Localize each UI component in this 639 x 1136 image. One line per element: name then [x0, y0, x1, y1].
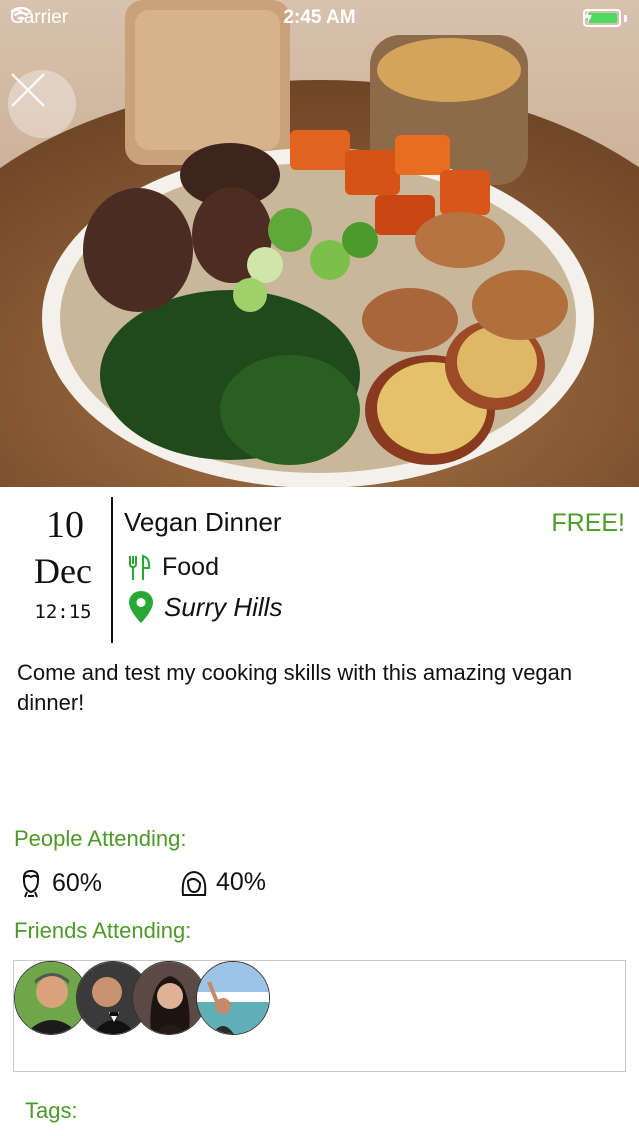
category-label: Food — [162, 553, 219, 581]
fork-knife-icon — [129, 554, 151, 580]
friend-photo — [197, 962, 269, 1034]
male-face-icon — [22, 869, 40, 898]
map-pin-icon — [129, 591, 153, 623]
event-category: Food — [128, 553, 219, 582]
event-photo: Carrier 2:45 AM — [0, 0, 639, 487]
friend-avatar[interactable] — [132, 961, 206, 1035]
event-month: Dec — [34, 551, 92, 591]
tags-label: Tags: — [25, 1098, 78, 1123]
female-face-icon — [181, 870, 207, 896]
battery-indicator — [583, 9, 627, 27]
event-description: Come and test my cooking skills with thi… — [17, 660, 573, 715]
male-attendance: 60% — [18, 868, 102, 898]
close-icon — [11, 73, 45, 107]
female-attendance: 40% — [180, 868, 266, 897]
event-title: Vegan Dinner — [124, 507, 282, 537]
female-percent: 40% — [216, 868, 267, 896]
clock: 2:45 AM — [283, 7, 356, 28]
event-location[interactable]: Surry Hills — [128, 590, 282, 624]
status-bar: Carrier 2:45 AM — [0, 0, 639, 36]
event-day: 10 — [46, 504, 84, 546]
friend-avatar[interactable] — [196, 961, 270, 1035]
event-price: FREE! — [551, 509, 625, 537]
male-percent: 60% — [52, 868, 103, 897]
event-date: 10 Dec 12:15 — [18, 502, 108, 626]
divider — [111, 497, 113, 643]
friends-attending-label: Friends Attending: — [14, 918, 192, 943]
charging-bolt-icon — [584, 9, 592, 25]
close-button[interactable] — [8, 70, 76, 138]
event-time: 12:15 — [34, 601, 92, 623]
food-photo-image — [0, 0, 639, 487]
friends-list — [13, 960, 626, 1072]
location-label: Surry Hills — [164, 591, 283, 622]
people-attending-label: People Attending: — [14, 826, 187, 851]
